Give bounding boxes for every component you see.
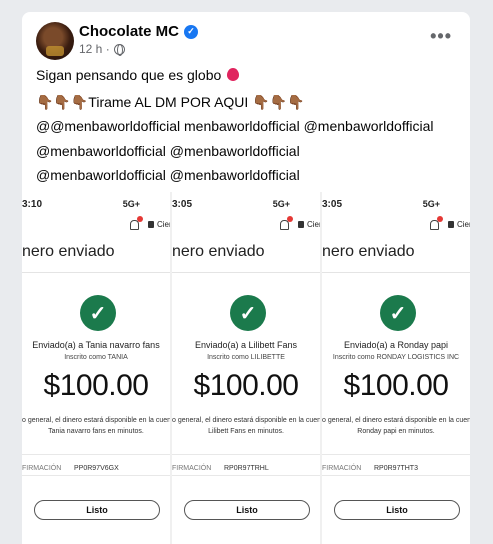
bell-icon	[430, 216, 443, 230]
divider	[322, 272, 470, 273]
confirmation-label: FIRMACIÓN	[172, 465, 212, 472]
globe-icon	[113, 43, 125, 56]
signal-label: 5G+	[122, 199, 140, 209]
post-text-line-4[interactable]: @menbaworldofficial @menbaworldofficial	[36, 143, 300, 159]
confirmation-label: FIRMACIÓN	[22, 465, 62, 472]
availability-note: o general, el dinero estará disponible e…	[322, 417, 470, 435]
avatar[interactable]	[36, 22, 74, 60]
bell-icon	[280, 216, 293, 230]
post-card: Chocolate MC ✓ 12 h · ••• Sigan pensando…	[22, 12, 470, 544]
availability-note: o general, el dinero estará disponible e…	[172, 417, 320, 435]
status-time: 3:05	[172, 199, 193, 210]
confirmation-row: FIRMACIÓN PP0R97V6GX	[22, 454, 170, 476]
close-label: Cierr	[457, 220, 470, 229]
signal-label: 5G+	[272, 199, 290, 209]
confirmation-row: FIRMACIÓN RP0R97TRHL	[172, 454, 320, 476]
registered-as: Inscrito como TANIA	[64, 354, 128, 361]
post-text-line-1: Sigan pensando que es globo	[36, 67, 240, 83]
sent-heading: nero enviado	[322, 243, 415, 260]
status-time: 3:05	[322, 199, 343, 210]
registered-as: Inscrito como RONDAY LOGISTICS INC	[332, 354, 460, 361]
post-author[interactable]: Chocolate MC ✓	[79, 23, 199, 40]
balloon-icon	[227, 68, 240, 81]
payment-screenshot-1[interactable]: 3:10 5G+ Cierr nero enviado ✓ Enviado(a)…	[22, 192, 170, 544]
close-label: Cierr	[157, 220, 170, 229]
divider	[172, 272, 320, 273]
done-button: Listo	[334, 500, 460, 520]
status-time: 3:10	[22, 199, 43, 210]
confirmation-code: PP0R97V6GX	[74, 465, 119, 472]
post-text-line-5[interactable]: @menbaworldofficial @menbaworldofficial	[36, 167, 300, 183]
amount: $100.00	[193, 369, 299, 402]
checkmark-icon: ✓	[230, 295, 266, 331]
amount: $100.00	[43, 369, 149, 402]
lock-icon	[148, 221, 154, 228]
confirmation-row: FIRMACIÓN RP0R97THT3	[322, 454, 470, 476]
post-text-line-2: 👇🏾👇🏾👇🏾Tirame AL DM POR AQUI 👇🏾👇🏾👇🏾	[36, 94, 305, 110]
post-text-line-3[interactable]: @@menbaworldofficial menbaworldofficial …	[36, 118, 434, 134]
sent-heading: nero enviado	[172, 243, 265, 260]
confirmation-code: RP0R97THT3	[374, 465, 418, 472]
verified-badge-icon: ✓	[184, 24, 199, 39]
lock-icon	[298, 221, 304, 228]
more-options-button[interactable]: •••	[430, 26, 452, 47]
done-button: Listo	[184, 500, 310, 520]
recipient: Enviado(a) a Ronday papi	[343, 340, 449, 350]
bell-icon	[130, 216, 143, 230]
checkmark-icon: ✓	[380, 295, 416, 331]
signal-label: 5G+	[422, 199, 440, 209]
lock-icon	[448, 221, 454, 228]
payment-screenshot-3[interactable]: 3:05 5G+ Cierr nero enviado ✓ Enviado(a)…	[322, 192, 470, 544]
sent-heading: nero enviado	[22, 243, 115, 260]
checkmark-icon: ✓	[80, 295, 116, 331]
confirmation-code: RP0R97TRHL	[224, 465, 269, 472]
attached-images[interactable]: 3:10 5G+ Cierr nero enviado ✓ Enviado(a)…	[22, 192, 470, 544]
confirmation-label: FIRMACIÓN	[322, 465, 362, 472]
amount: $100.00	[343, 369, 449, 402]
registered-as: Inscrito como LILIBETTE	[207, 354, 285, 361]
recipient: Enviado(a) a Lilibett Fans	[194, 340, 298, 350]
author-name[interactable]: Chocolate MC	[79, 23, 179, 40]
done-button: Listo	[34, 500, 160, 520]
close-label: Cierr	[307, 220, 320, 229]
post-meta: 12 h ·	[79, 42, 125, 56]
availability-note: o general, el dinero estará disponible e…	[22, 417, 170, 435]
recipient: Enviado(a) a Tania navarro fans	[32, 340, 160, 350]
divider	[22, 272, 170, 273]
payment-screenshot-2[interactable]: 3:05 5G+ Cierr nero enviado ✓ Enviado(a)…	[172, 192, 320, 544]
post-time[interactable]: 12 h ·	[79, 42, 110, 56]
